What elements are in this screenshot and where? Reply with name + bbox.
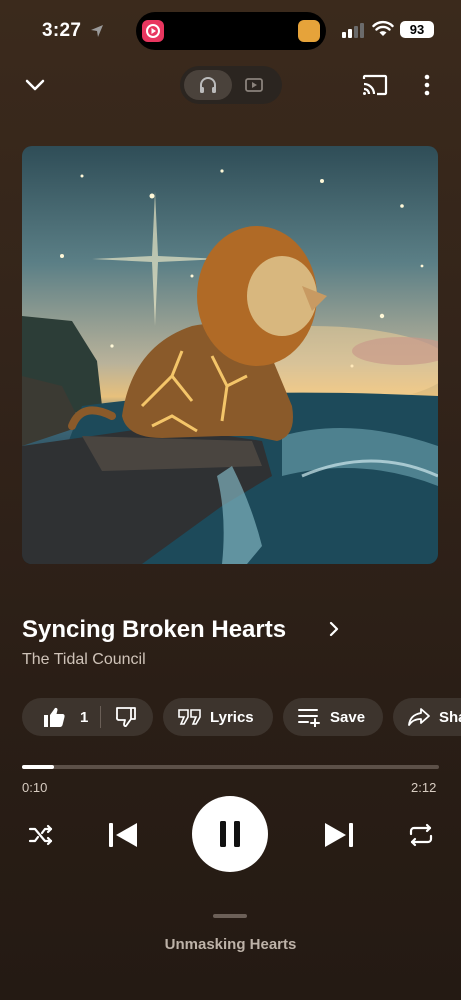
repeat-button[interactable]	[404, 818, 438, 852]
chevron-down-icon	[25, 79, 45, 91]
previous-button[interactable]	[104, 816, 142, 854]
cast-button[interactable]	[360, 70, 390, 100]
progress-bar[interactable]	[22, 765, 439, 769]
share-label: Share	[439, 708, 461, 726]
audio-video-toggle[interactable]	[180, 66, 282, 104]
repeat-icon	[409, 823, 433, 847]
like-count: 1	[80, 708, 89, 726]
skip-previous-icon	[109, 823, 137, 847]
thumbs-down-icon	[116, 707, 137, 727]
share-button[interactable]: Share	[393, 698, 461, 736]
skip-next-icon	[325, 823, 353, 847]
more-options-button[interactable]	[412, 70, 442, 100]
like-dislike-chip: 1	[22, 698, 153, 736]
drag-handle[interactable]	[213, 914, 247, 918]
elapsed-time: 0:10	[22, 780, 48, 795]
save-button[interactable]: Save	[283, 698, 383, 736]
collapse-button[interactable]	[20, 70, 50, 100]
total-duration: 2:12	[411, 780, 437, 795]
video-mode-button[interactable]	[230, 70, 278, 100]
shuffle-icon	[28, 824, 53, 846]
thumbs-up-icon	[44, 707, 65, 727]
track-artist[interactable]: The Tidal Council	[22, 651, 146, 669]
cellular-signal-icon	[342, 23, 364, 38]
playlist-add-icon	[298, 709, 320, 727]
more-vertical-icon	[424, 74, 430, 96]
battery-indicator: 93	[400, 21, 434, 38]
lyrics-button[interactable]: Lyrics	[163, 698, 273, 736]
headphones-icon	[200, 77, 216, 93]
pause-icon	[220, 821, 240, 847]
dislike-button[interactable]	[101, 706, 137, 728]
location-arrow-icon	[91, 25, 103, 37]
album-artwork	[22, 146, 438, 564]
track-title[interactable]: Syncing Broken Hearts	[22, 616, 286, 644]
music-app-icon[interactable]	[142, 20, 164, 42]
progress-fill	[22, 765, 54, 769]
status-time: 3:27	[42, 20, 82, 41]
save-label: Save	[330, 708, 366, 726]
play-pause-button[interactable]	[192, 796, 268, 872]
cast-icon	[362, 74, 388, 96]
chevron-right-icon[interactable]	[326, 620, 342, 638]
activity-app-icon[interactable]	[298, 20, 320, 42]
quote-icon	[178, 709, 201, 725]
song-mode-button[interactable]	[184, 70, 232, 100]
share-icon	[408, 708, 430, 726]
up-next-tab[interactable]: Unmasking Hearts	[0, 936, 461, 953]
next-button[interactable]	[320, 816, 358, 854]
shuffle-button[interactable]	[24, 818, 58, 852]
lyrics-label: Lyrics	[210, 708, 254, 726]
video-icon	[245, 78, 263, 92]
like-button[interactable]: 1	[22, 706, 88, 728]
wifi-icon	[372, 20, 394, 36]
